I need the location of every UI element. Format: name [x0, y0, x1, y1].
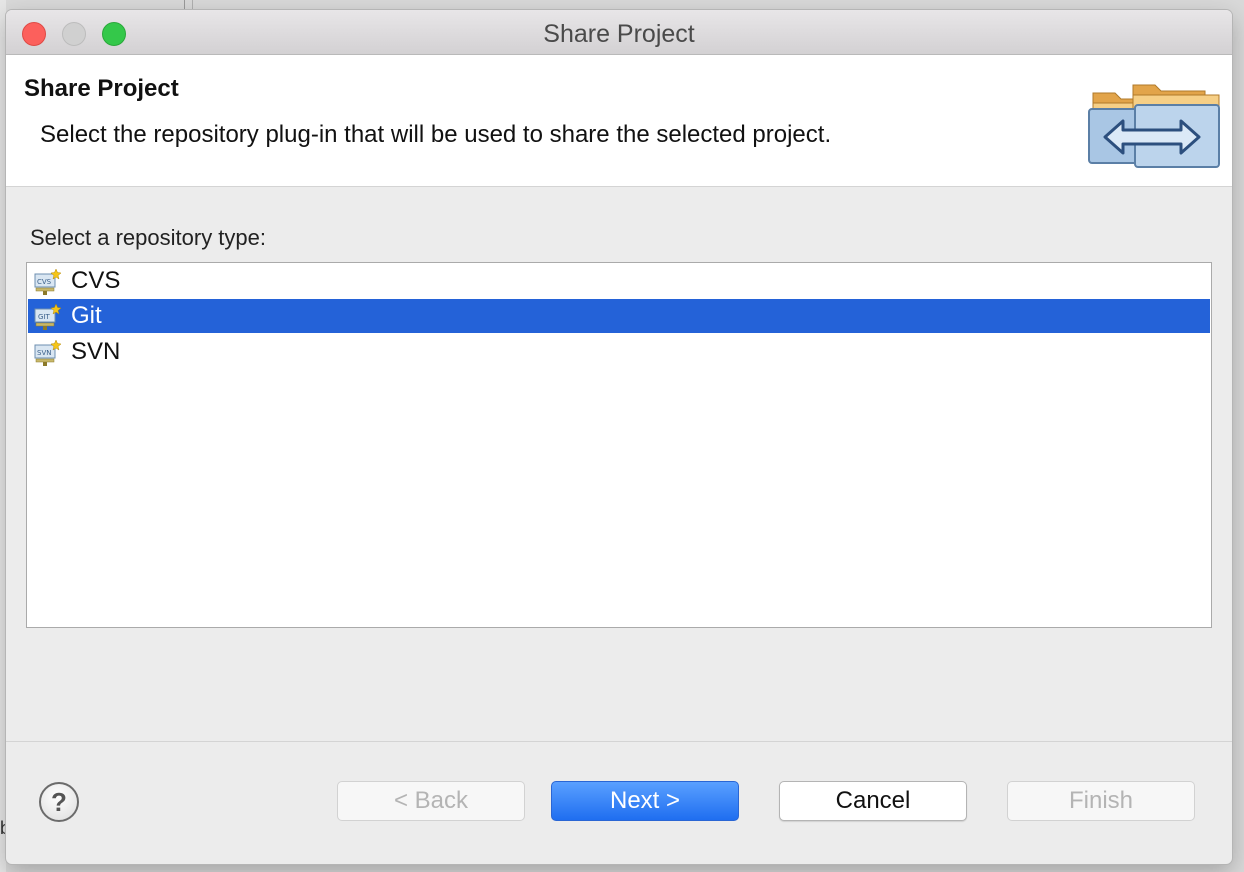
svg-text:GIT: GIT [38, 313, 50, 321]
next-button[interactable]: Next > [551, 781, 739, 821]
list-item-svn[interactable]: SVN SVN [28, 335, 1210, 369]
wizard-page-title: Share Project [24, 75, 179, 102]
finish-button[interactable]: Finish [1007, 781, 1195, 821]
wizard-content: Select a repository type: CVS CVS GIT Gi… [6, 187, 1232, 740]
repository-type-label: Select a repository type: [30, 225, 267, 250]
list-item-label: SVN [71, 338, 121, 365]
title-bar[interactable]: Share Project [6, 10, 1232, 55]
back-button[interactable]: < Back [337, 781, 525, 821]
cvs-repository-icon: CVS [34, 268, 62, 295]
list-item-cvs[interactable]: CVS CVS [28, 264, 1210, 298]
window-title: Share Project [543, 20, 695, 48]
svg-text:SVN: SVN [37, 349, 51, 357]
svg-text:CVS: CVS [37, 278, 52, 286]
share-project-dialog: Share Project Share Project Select the r… [6, 10, 1232, 864]
svn-repository-icon: SVN [34, 339, 62, 366]
list-item-label: CVS [71, 267, 121, 294]
wizard-header: Share Project Select the repository plug… [6, 55, 1232, 187]
list-item-git[interactable]: GIT Git [28, 299, 1210, 333]
share-folders-icon [1088, 84, 1220, 168]
wizard-page-description: Select the repository plug-in that will … [40, 121, 832, 148]
help-button[interactable]: ? [39, 782, 79, 822]
list-item-label: Git [71, 302, 102, 329]
repository-type-list[interactable]: CVS CVS GIT Git SVN SVN [26, 262, 1212, 628]
footer-divider [6, 741, 1232, 742]
git-repository-icon: GIT [34, 303, 62, 330]
cancel-button[interactable]: Cancel [779, 781, 967, 821]
